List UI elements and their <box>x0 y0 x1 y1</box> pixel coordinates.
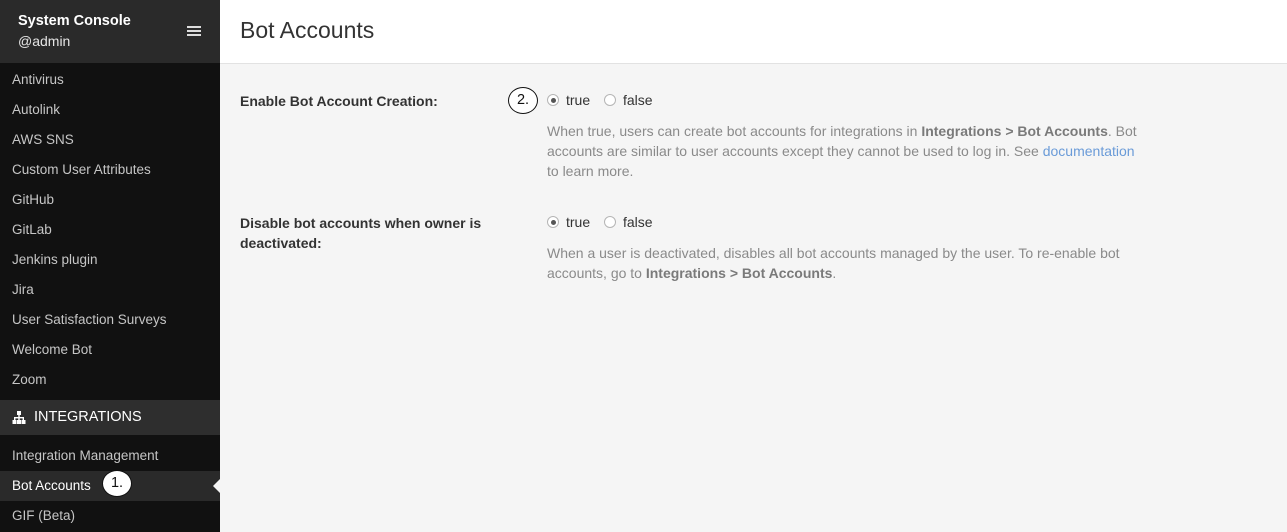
sidebar-item-jenkins-plugin[interactable]: Jenkins plugin <box>0 245 220 275</box>
sidebar-item-jira[interactable]: Jira <box>0 275 220 305</box>
step-annotation-1: 1. <box>102 470 132 497</box>
main-content: Bot Accounts Enable Bot Account Creation… <box>220 0 1287 532</box>
sidebar-item-aws-sns[interactable]: AWS SNS <box>0 125 220 155</box>
sidebar-header: System Console @admin <box>0 0 220 63</box>
sidebar: System Console @admin Antivirus Autolink… <box>0 0 220 532</box>
sidebar-item-label: Bot Accounts <box>12 478 91 493</box>
documentation-link[interactable]: documentation <box>1043 143 1135 159</box>
sidebar-item-github[interactable]: GitHub <box>0 185 220 215</box>
sidebar-item-welcome-bot[interactable]: Welcome Bot <box>0 335 220 365</box>
active-caret-icon <box>213 479 220 493</box>
section-header-integrations: INTEGRATIONS <box>0 400 220 435</box>
current-user: @admin <box>18 33 71 49</box>
sidebar-item-integration-management[interactable]: Integration Management <box>0 441 220 471</box>
radio-unchecked-icon[interactable] <box>604 94 616 106</box>
hamburger-menu-icon[interactable] <box>185 24 203 38</box>
sidebar-item-gitlab[interactable]: GitLab <box>0 215 220 245</box>
sidebar-item-zoom[interactable]: Zoom <box>0 365 220 395</box>
sidebar-item-gif-beta[interactable]: GIF (Beta) <box>0 501 220 531</box>
section-header-label: INTEGRATIONS <box>34 409 142 425</box>
step-annotation-2: 2. <box>508 87 538 114</box>
page-header: Bot Accounts <box>220 0 1287 64</box>
console-title: System Console <box>18 13 131 29</box>
radio-checked-icon[interactable] <box>547 94 559 106</box>
page-title: Bot Accounts <box>240 17 375 43</box>
enable-bot-creation-label: Enable Bot Account Creation: <box>240 93 438 109</box>
sitemap-icon <box>12 411 26 424</box>
disable-on-deactivate-help: When a user is deactivated, disables all… <box>547 245 1120 281</box>
sidebar-item-user-satisfaction-surveys[interactable]: User Satisfaction Surveys <box>0 305 220 335</box>
sidebar-item-autolink[interactable]: Autolink <box>0 95 220 125</box>
radio-checked-icon[interactable] <box>547 216 559 228</box>
disable-on-deactivate-label: Disable bot accounts when owner is deact… <box>240 215 482 251</box>
sidebar-item-antivirus[interactable]: Antivirus <box>0 65 220 95</box>
radio-unchecked-icon[interactable] <box>604 216 616 228</box>
sidebar-item-custom-user-attributes[interactable]: Custom User Attributes <box>0 155 220 185</box>
enable-bot-creation-help: When true, users can create bot accounts… <box>547 123 1137 179</box>
